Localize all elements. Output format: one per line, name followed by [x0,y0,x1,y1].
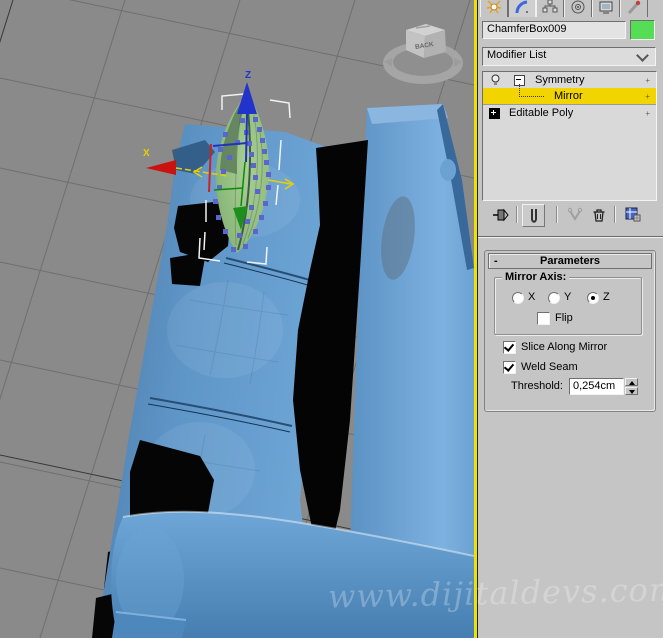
toolbar-separator [614,206,616,223]
radio-y-label[interactable]: Y [564,291,571,303]
bulb-on-icon[interactable] [490,74,501,86]
threshold-field[interactable]: 0,254cm [569,378,624,395]
object-name-field[interactable]: ChamferBox009 [482,21,626,39]
stack-artifact: + [645,76,652,85]
command-panel: ChamferBox009 Modifier List Symmetry + M… [478,0,663,638]
show-end-result-button[interactable] [522,204,545,227]
subobject-label[interactable]: Mirror [554,88,583,104]
expand-plus-box[interactable] [489,108,500,119]
tab-motion[interactable] [564,0,592,17]
z-axis-label: Z [245,70,251,81]
display-icon [599,1,613,14]
viewport-3d[interactable]: Z X BACK [0,0,586,638]
spinner-up-button[interactable] [625,378,638,386]
tab-hierarchy[interactable] [536,0,564,17]
tab-display[interactable] [592,0,620,17]
slice-along-mirror-label[interactable]: Slice Along Mirror [521,341,607,353]
utilities-icon [627,0,641,14]
weld-seam-checkbox[interactable] [503,361,516,374]
make-unique-button[interactable] [564,204,585,225]
motion-icon [571,0,585,14]
stack-row-symmetry[interactable]: Symmetry + [483,72,656,88]
tab-modify[interactable] [508,0,536,17]
command-panel-tabs [480,0,648,17]
flip-label[interactable]: Flip [555,312,573,324]
trash-icon [593,208,604,222]
x-axis-label: X [143,148,150,159]
radio-x-label[interactable]: X [528,291,535,303]
modify-icon [515,0,528,14]
mirror-axis-group: Mirror Axis: X Y Z Flip [494,271,642,335]
radio-z[interactable] [587,292,599,304]
pin-stack-button[interactable] [490,204,511,225]
toolbar-separator [556,206,558,223]
rollout-title: Parameters [540,255,600,267]
threshold-spinner [625,378,638,395]
make-unique-icon [567,207,582,221]
modifier-list-dropdown-button[interactable] [634,48,650,64]
threshold-label: Threshold: [511,380,563,392]
radio-y[interactable] [548,292,560,304]
collapse-glyph: - [494,255,498,267]
object-color-swatch[interactable] [630,20,655,40]
stack-row-editable-poly[interactable]: Editable Poly + [483,104,656,121]
create-icon [486,0,502,14]
slice-along-mirror-checkbox[interactable] [503,341,516,354]
tab-utilities[interactable] [620,0,648,17]
spinner-down-button[interactable] [625,387,638,395]
configure-sets-icon [625,207,640,221]
configure-modifier-sets-button[interactable] [622,204,643,225]
modifier-list-dropdown[interactable]: Modifier List [482,47,656,66]
viewport-scene: Z X BACK [0,0,586,638]
parameters-rollout: - Parameters Mirror Axis: X Y Z Flip Sli… [484,250,656,412]
stack-row-mirror-selected[interactable]: Mirror + [483,84,656,104]
tree-connector [519,84,544,97]
weld-seam-label[interactable]: Weld Seam [521,361,578,373]
stack-artifact: + [645,109,652,118]
stack-artifact: + [645,92,652,101]
pin-icon [492,208,509,221]
hierarchy-icon [542,0,558,13]
radio-z-label[interactable]: Z [603,291,610,303]
toolbar-separator [516,206,518,223]
parameters-rollout-header[interactable]: - Parameters [488,253,652,269]
modifier-stack: Symmetry + Mirror + Editable Poly + [482,71,657,201]
tab-create[interactable] [480,0,508,17]
flip-checkbox[interactable] [537,312,550,325]
mirror-axis-group-label: Mirror Axis: [502,271,570,283]
panel-divider [478,236,663,238]
radio-x[interactable] [512,292,524,304]
remove-modifier-button[interactable] [588,204,609,225]
chevron-down-icon [636,49,649,62]
show-end-result-icon [530,208,537,223]
stack-toolbar [486,204,658,227]
base-object-label[interactable]: Editable Poly [509,105,573,121]
3ds-max-screen: Z X BACK ChamferBox009 Modifier List Sym… [0,0,663,638]
